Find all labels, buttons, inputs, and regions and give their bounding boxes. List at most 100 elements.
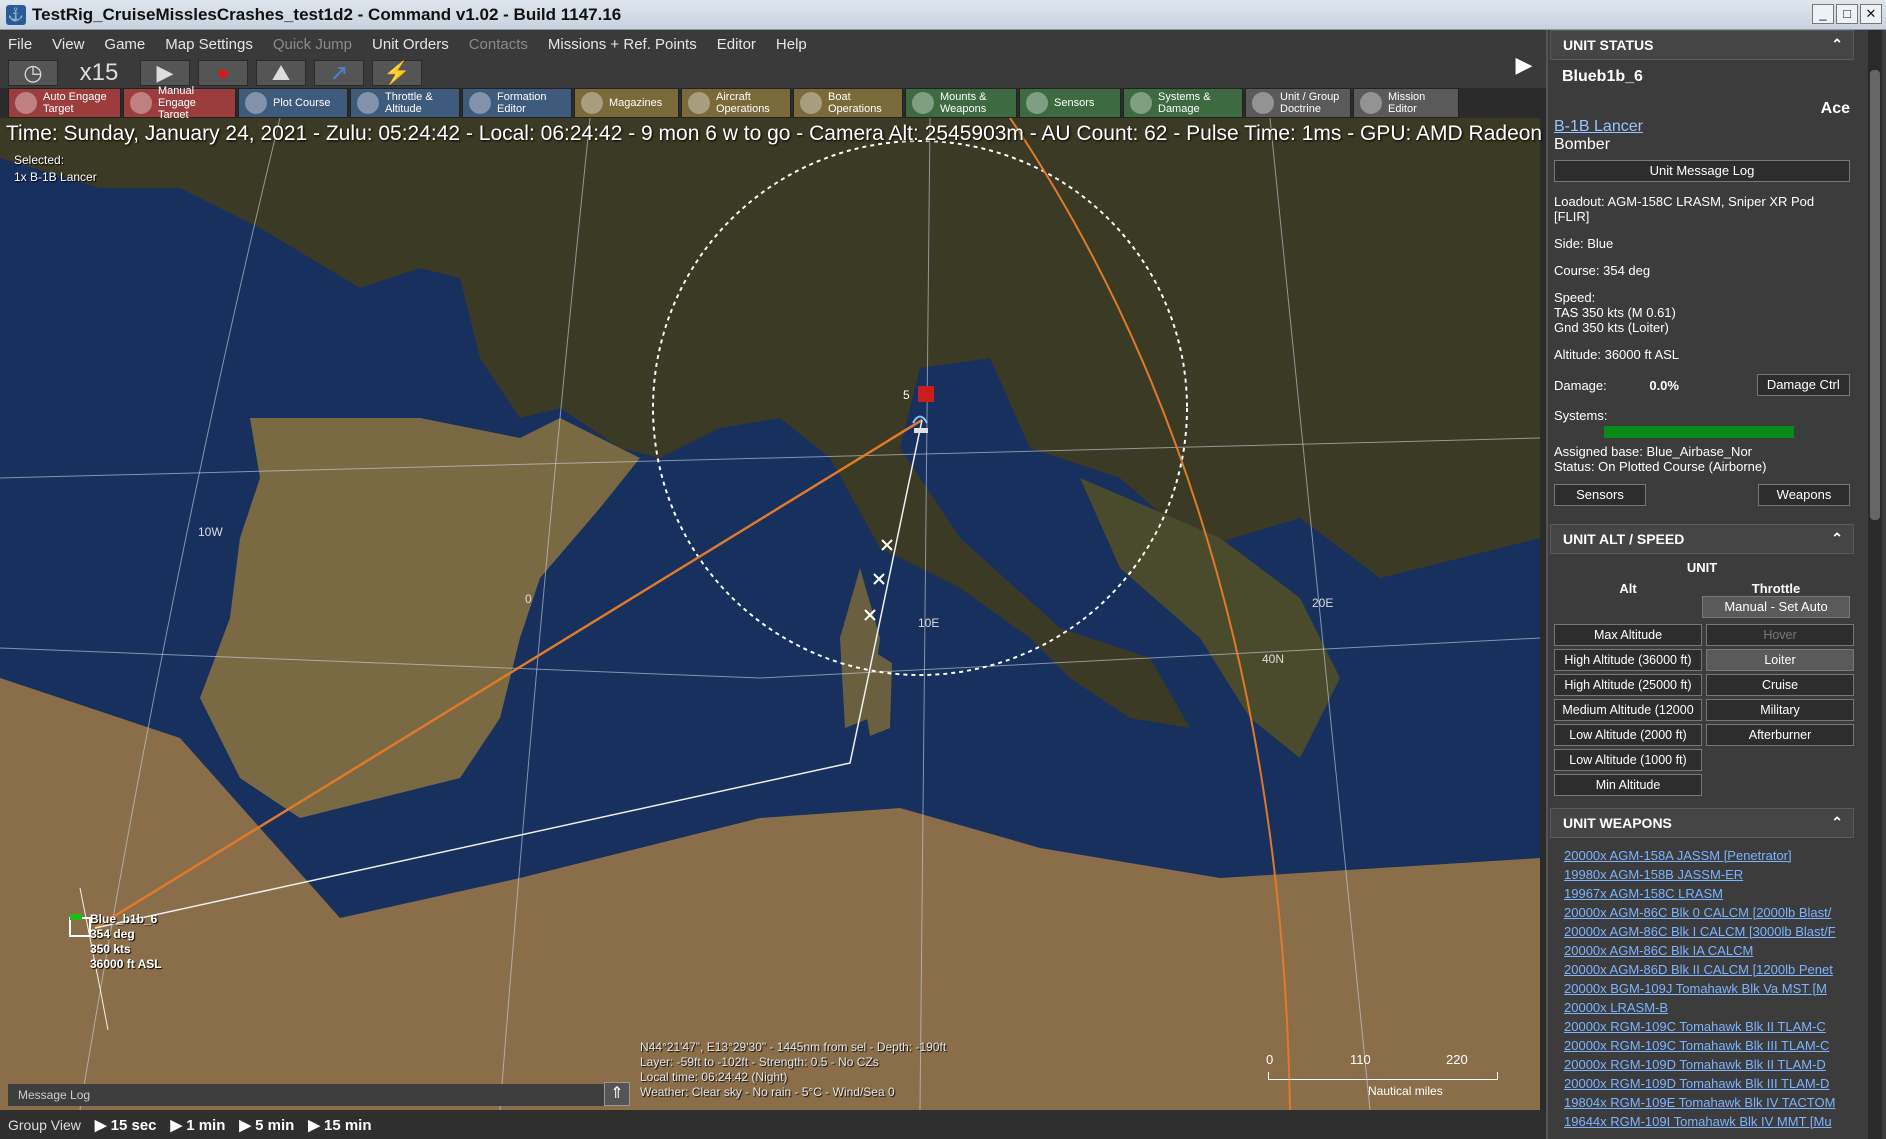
window-title: TestRig_CruiseMisslesCrashes_test1d2 - C… bbox=[32, 4, 622, 24]
throttle-cruise[interactable]: Cruise bbox=[1706, 674, 1854, 696]
step-1min[interactable]: ▶ 1 min bbox=[171, 1116, 226, 1134]
tool-doctrine[interactable]: Unit / Group Doctrine bbox=[1245, 88, 1351, 118]
weapon-entry[interactable]: 20000x RGM-109D Tomahawk Blk II TLAM-D bbox=[1564, 1055, 1846, 1074]
assigned-base: Assigned base: Blue_Airbase_Nor bbox=[1554, 444, 1753, 459]
unit-message-log-button[interactable]: Unit Message Log bbox=[1554, 160, 1850, 182]
weapon-entry[interactable]: 20000x RGM-109D Tomahawk Blk III TLAM-D bbox=[1564, 1074, 1846, 1093]
unit-class-link[interactable]: B-1B Lancer bbox=[1554, 118, 1850, 136]
menu-unit-orders[interactable]: Unit Orders bbox=[372, 36, 449, 53]
close-button[interactable]: ✕ bbox=[1860, 4, 1882, 24]
selected-label: Selected: bbox=[14, 153, 65, 167]
tool-auto-engage[interactable]: Auto Engage Target bbox=[8, 88, 121, 118]
tool-plot-course[interactable]: Plot Course bbox=[238, 88, 348, 118]
menu-map-settings[interactable]: Map Settings bbox=[165, 36, 253, 53]
maximize-button[interactable]: □ bbox=[1836, 4, 1858, 24]
unit-toggle-label[interactable]: UNIT bbox=[1554, 560, 1850, 575]
step-15min[interactable]: ▶ 15 min bbox=[308, 1116, 371, 1134]
tool-boat-ops[interactable]: Boat Operations bbox=[793, 88, 903, 118]
unit-map-label[interactable]: Blue_b1b_6 354 deg 350 kts 36000 ft ASL bbox=[90, 912, 162, 972]
lightning-icon[interactable]: ⚡ bbox=[372, 60, 422, 86]
collapse-icon[interactable]: ⌃ bbox=[1831, 814, 1843, 831]
tool-aircraft-ops[interactable]: Aircraft Operations bbox=[681, 88, 791, 118]
tool-systems-damage[interactable]: Systems & Damage bbox=[1123, 88, 1243, 118]
damage-ctrl-button[interactable]: Damage Ctrl bbox=[1756, 374, 1850, 396]
weapon-entry[interactable]: 20000x AGM-86C Blk 0 CALCM [2000lb Blast… bbox=[1564, 903, 1846, 922]
gear-icon bbox=[1130, 92, 1152, 114]
scrollbar-thumb[interactable] bbox=[1870, 70, 1880, 520]
throttle-afterburner[interactable]: Afterburner bbox=[1706, 724, 1854, 746]
tactical-map[interactable] bbox=[0, 118, 1540, 1110]
weapon-entry[interactable]: 20000x AGM-86D Blk II CALCM [1200lb Pene… bbox=[1564, 960, 1846, 979]
tool-sensors[interactable]: Sensors bbox=[1019, 88, 1121, 118]
airbase-marker[interactable] bbox=[918, 386, 934, 402]
weapon-entry[interactable]: 19804x RGM-109E Tomahawk Blk IV TACTOM bbox=[1564, 1093, 1846, 1112]
menu-editor[interactable]: Editor bbox=[717, 36, 756, 53]
weapon-entry[interactable]: 20000x RGM-109C Tomahawk Blk III TLAM-C bbox=[1564, 1036, 1846, 1055]
menu-contacts[interactable]: Contacts bbox=[469, 36, 528, 53]
sensors-button[interactable]: Sensors bbox=[1554, 484, 1646, 506]
throttle-loiter[interactable]: Loiter bbox=[1706, 649, 1854, 671]
proficiency: Ace bbox=[1820, 100, 1850, 117]
weapon-entry[interactable]: 20000x BGM-109J Tomahawk Blk Va MST [M bbox=[1564, 979, 1846, 998]
collapse-icon[interactable]: ⌃ bbox=[1831, 530, 1843, 547]
tool-manual-engage[interactable]: Manual Engage Target bbox=[123, 85, 236, 121]
radar-icon bbox=[1026, 92, 1048, 114]
menu-help[interactable]: Help bbox=[776, 36, 807, 53]
grid-label-20e: 20E bbox=[1312, 596, 1334, 610]
manual-set-auto-button[interactable]: Manual - Set Auto bbox=[1702, 596, 1850, 618]
tool-mission-editor[interactable]: Mission Editor bbox=[1353, 88, 1459, 118]
minimize-button[interactable]: _ bbox=[1812, 4, 1834, 24]
panel-toggle-arrow-icon[interactable]: ▶ bbox=[1512, 52, 1536, 84]
panel-scrollbar[interactable] bbox=[1868, 30, 1882, 1139]
message-log-bar[interactable]: Message Log bbox=[8, 1084, 628, 1106]
group-view-label[interactable]: Group View bbox=[8, 1117, 81, 1133]
weapon-entry[interactable]: 19644x RGM-109I Tomahawk Blk IV MMT [Mu bbox=[1564, 1112, 1846, 1131]
jump-icon[interactable]: ↗ bbox=[314, 60, 364, 86]
road-icon[interactable]: ⛰ bbox=[256, 60, 306, 86]
alt-max[interactable]: Max Altitude bbox=[1554, 624, 1702, 646]
mission-icon bbox=[1360, 92, 1382, 114]
menu-missions[interactable]: Missions + Ref. Points bbox=[548, 36, 697, 53]
tool-formation-editor[interactable]: Formation Editor bbox=[462, 88, 572, 118]
grid-label-40n: 40N bbox=[1262, 652, 1285, 666]
step-15sec[interactable]: ▶ 15 sec bbox=[95, 1116, 157, 1134]
weapon-entry[interactable]: 20000x RGM-109C Tomahawk Blk II TLAM-C bbox=[1564, 1017, 1846, 1036]
menu-view[interactable]: View bbox=[52, 36, 84, 53]
alt-medium[interactable]: Medium Altitude (12000 bbox=[1554, 699, 1702, 721]
tool-magazines[interactable]: Magazines bbox=[574, 88, 679, 118]
play-icon[interactable]: ▶ bbox=[140, 60, 190, 86]
alt-low-1000[interactable]: Low Altitude (1000 ft) bbox=[1554, 749, 1702, 771]
tool-throttle-altitude[interactable]: Throttle & Altitude bbox=[350, 88, 460, 118]
clock-icon[interactable]: ◷ bbox=[8, 60, 58, 86]
record-icon[interactable]: ● bbox=[198, 60, 248, 86]
unit-weapons-header[interactable]: UNIT WEAPONS ⌃ bbox=[1550, 808, 1854, 838]
target-icon bbox=[130, 92, 152, 114]
toolbar: Auto Engage Target Manual Engage Target … bbox=[8, 85, 1546, 121]
throttle-hover[interactable]: Hover bbox=[1706, 624, 1854, 646]
weapon-entry[interactable]: 20000x LRASM-B bbox=[1564, 998, 1846, 1017]
tool-mounts-weapons[interactable]: Mounts & Weapons bbox=[905, 88, 1017, 118]
throttle-military[interactable]: Military bbox=[1706, 699, 1854, 721]
menu-quick-jump[interactable]: Quick Jump bbox=[273, 36, 352, 53]
weapon-entry[interactable]: 19967x AGM-158C LRASM bbox=[1564, 884, 1846, 903]
weapons-button[interactable]: Weapons bbox=[1758, 484, 1850, 506]
alt-high-25000[interactable]: High Altitude (25000 ft) bbox=[1554, 674, 1702, 696]
alt-min[interactable]: Min Altitude bbox=[1554, 774, 1702, 796]
menu-game[interactable]: Game bbox=[104, 36, 145, 53]
grid-label-0: 0 bbox=[525, 592, 532, 606]
weapon-entry[interactable]: 20000x AGM-86C Blk IA CALCM bbox=[1564, 941, 1846, 960]
alt-high-36000[interactable]: High Altitude (36000 ft) bbox=[1554, 649, 1702, 671]
step-5min[interactable]: ▶ 5 min bbox=[239, 1116, 294, 1134]
crosshair-icon bbox=[15, 92, 37, 114]
alt-speed-header[interactable]: UNIT ALT / SPEED ⌃ bbox=[1550, 524, 1854, 554]
bottom-bar: Group View ▶ 15 sec ▶ 1 min ▶ 5 min ▶ 15… bbox=[0, 1110, 1546, 1139]
unit-status-header[interactable]: UNIT STATUS ⌃ bbox=[1550, 30, 1854, 60]
weapon-entry[interactable]: 19980x AGM-158B JASSM-ER bbox=[1564, 865, 1846, 884]
menu-file[interactable]: File bbox=[8, 36, 32, 53]
weapon-entry[interactable]: 20000x AGM-158A JASSM [Penetrator] bbox=[1564, 846, 1846, 865]
time-compression[interactable]: x15 bbox=[66, 60, 132, 86]
alt-low-2000[interactable]: Low Altitude (2000 ft) bbox=[1554, 724, 1702, 746]
weapon-entry[interactable]: 20000x AGM-86C Blk I CALCM [3000lb Blast… bbox=[1564, 922, 1846, 941]
collapse-icon[interactable]: ⌃ bbox=[1831, 36, 1843, 53]
message-log-expand-icon[interactable]: ⇑ bbox=[604, 1082, 630, 1106]
